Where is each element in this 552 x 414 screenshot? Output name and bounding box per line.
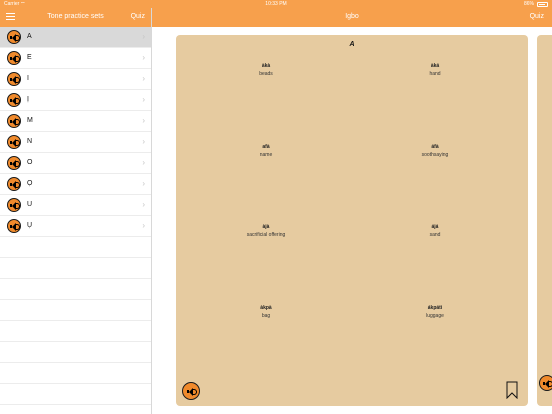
speaker-icon[interactable] <box>7 51 21 65</box>
bookmark-icon[interactable] <box>506 381 518 399</box>
igbo-word: àjà <box>262 224 270 230</box>
english-word: name <box>259 152 273 158</box>
battery-percent: 86% <box>523 1 534 7</box>
english-word: beads <box>259 71 273 77</box>
list-item-label: Ụ <box>27 222 33 229</box>
list-item[interactable]: I › <box>0 69 151 90</box>
empty-row <box>0 258 151 279</box>
word-pair[interactable]: ákpátì luggage <box>375 305 495 319</box>
speaker-icon[interactable] <box>7 219 21 233</box>
list-item[interactable]: E › <box>0 48 151 69</box>
empty-row <box>0 321 151 342</box>
speaker-icon[interactable] <box>7 72 21 86</box>
speaker-icon[interactable] <box>539 375 552 391</box>
speaker-icon[interactable] <box>7 30 21 44</box>
igbo-word: àkà <box>261 63 271 69</box>
igbo-word: áfà <box>431 144 439 150</box>
chevron-right-icon: › <box>142 32 145 41</box>
word-pair[interactable]: afà name <box>206 144 326 158</box>
english-word: luggage <box>426 313 444 319</box>
list-item-label: Ị <box>27 96 29 103</box>
empty-row <box>0 300 151 321</box>
empty-row <box>0 363 151 384</box>
page-title: Igbo <box>345 13 359 20</box>
sidebar-title: Tone practice sets <box>47 13 104 20</box>
igbo-word: afà <box>262 144 270 150</box>
sidebar-quiz-button[interactable]: Quiz <box>131 13 145 20</box>
word-pair[interactable]: àkpà bag <box>206 305 326 319</box>
list-item[interactable]: U › <box>0 195 151 216</box>
word-pair[interactable]: àkà beads <box>206 63 326 77</box>
list-item[interactable]: M › <box>0 111 151 132</box>
speaker-icon[interactable] <box>7 135 21 149</box>
igbo-word: ákpátì <box>427 305 443 311</box>
empty-row <box>0 279 151 300</box>
list-item-label: U <box>27 201 33 208</box>
word-pair[interactable]: àká hand <box>375 63 495 77</box>
chevron-right-icon: › <box>142 221 145 230</box>
igbo-word: àká <box>430 63 440 69</box>
chevron-right-icon: › <box>142 200 145 209</box>
chevron-right-icon: › <box>142 74 145 83</box>
battery-icon <box>537 2 548 7</box>
main-nav-bar: Igbo Quiz <box>152 8 552 27</box>
speaker-icon[interactable] <box>182 382 200 400</box>
speaker-icon[interactable] <box>7 156 21 170</box>
english-word: sand <box>429 232 441 238</box>
word-pair[interactable]: ájá sand <box>375 224 495 238</box>
list-item[interactable]: Ọ › <box>0 174 151 195</box>
list-item-label: N <box>27 138 33 145</box>
chevron-right-icon: › <box>142 158 145 167</box>
igbo-word: ájá <box>431 224 439 230</box>
empty-row <box>0 384 151 405</box>
chevron-right-icon: › <box>142 53 145 62</box>
speaker-icon[interactable] <box>7 114 21 128</box>
list-item[interactable]: Ị › <box>0 90 151 111</box>
list-item-label: Ọ <box>27 180 33 187</box>
english-word: sacrificial offering <box>246 232 286 238</box>
list-item-label: A <box>27 33 32 40</box>
word-pair[interactable]: àjà sacrificial offering <box>206 224 326 238</box>
chevron-right-icon: › <box>142 179 145 188</box>
speaker-icon[interactable] <box>7 93 21 107</box>
empty-row <box>0 237 151 258</box>
sidebar-nav-bar: Tone practice sets Quiz <box>0 8 151 27</box>
card-title: A <box>349 41 355 48</box>
speaker-icon[interactable] <box>7 177 21 191</box>
list-item-label: E <box>27 54 32 61</box>
list-item[interactable]: N › <box>0 132 151 153</box>
igbo-word: àkpà <box>260 305 272 311</box>
english-word: bag <box>261 313 271 319</box>
list-item[interactable]: O › <box>0 153 151 174</box>
list-item-label: I <box>27 75 29 82</box>
english-word: soothsaying <box>421 152 449 158</box>
status-time: 10:33 PM <box>265 1 287 7</box>
english-word: hand <box>429 71 441 77</box>
chevron-right-icon: › <box>142 95 145 104</box>
word-pair[interactable]: áfà soothsaying <box>375 144 495 158</box>
empty-row <box>0 342 151 363</box>
chevron-right-icon: › <box>142 116 145 125</box>
flashcard[interactable]: A àkà beads àká hand afà name áfà sooths… <box>176 35 528 406</box>
chevron-right-icon: › <box>142 137 145 146</box>
next-card-peek[interactable] <box>537 35 552 406</box>
practice-set-list: A › E › I › Ị › M › N › O › Ọ › U › Ụ › <box>0 27 151 414</box>
main-content: A àkà beads àká hand afà name áfà sooths… <box>152 27 552 414</box>
list-item[interactable]: A › <box>0 27 151 48</box>
list-item[interactable]: Ụ › <box>0 216 151 237</box>
quiz-button[interactable]: Quiz <box>530 13 544 20</box>
list-item-label: M <box>27 117 33 124</box>
status-bar: Carrier ⌔ 10:33 PM 86% <box>0 0 552 8</box>
list-item-label: O <box>27 159 33 166</box>
speaker-icon[interactable] <box>7 198 21 212</box>
